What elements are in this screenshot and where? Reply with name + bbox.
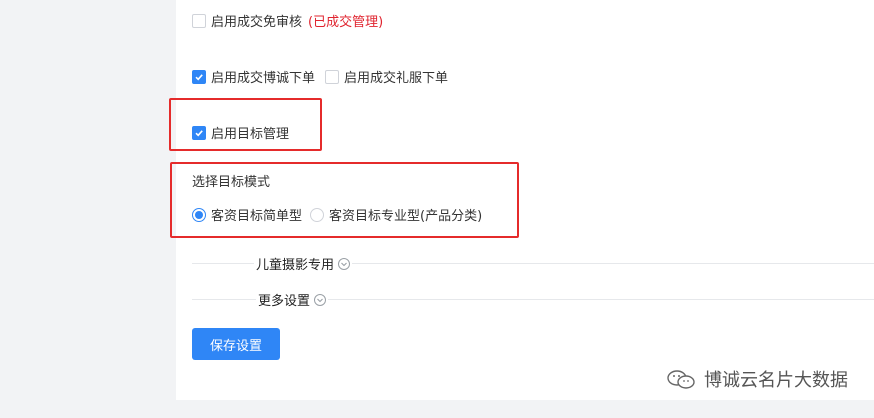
chevron-down-icon[interactable] (314, 293, 327, 306)
check-icon (195, 129, 203, 136)
watermark: 博诚云名片大数据 (666, 366, 848, 392)
target-management-checkbox[interactable] (192, 125, 206, 140)
deal-bocheng-order-label: 启用成交博诚下单 (211, 71, 316, 86)
target-mode-professional-label: 客资目标专业型(产品分类) (329, 209, 483, 224)
target-mode-simple-label: 客资目标简单型 (211, 209, 303, 224)
chevron-down-icon[interactable] (338, 257, 351, 270)
deal-dress-order-label: 启用成交礼服下单 (344, 71, 449, 86)
deal-free-review-checkbox[interactable] (192, 13, 206, 28)
target-mode-professional-radio[interactable] (310, 207, 325, 222)
section-kids-photo[interactable]: 儿童摄影专用 (254, 254, 353, 273)
target-mode-title: 选择目标模式 (192, 171, 270, 190)
deal-free-review-option[interactable]: 启用成交免审核 (已成交管理) (192, 11, 383, 30)
deal-free-review-note: (已成交管理) (308, 15, 384, 30)
section-more-settings[interactable]: 更多设置 (256, 290, 329, 309)
target-mode-radio-group: 客资目标简单型 客资目标专业型(产品分类) (192, 205, 482, 224)
deal-bocheng-order-checkbox[interactable] (192, 69, 206, 84)
section-kids-photo-label: 儿童摄影专用 (256, 258, 335, 273)
save-settings-button[interactable]: 保存设置 (192, 328, 280, 360)
deal-dress-order-checkbox[interactable] (325, 69, 340, 84)
wechat-icon (667, 370, 695, 389)
check-icon (195, 73, 203, 80)
deal-order-options: 启用成交博诚下单 启用成交礼服下单 (192, 67, 448, 86)
target-management-label: 启用目标管理 (211, 127, 290, 142)
target-mode-title-text: 选择目标模式 (192, 175, 271, 190)
watermark-text: 博诚云名片大数据 (704, 370, 848, 391)
deal-free-review-label: 启用成交免审核 (211, 15, 303, 30)
target-management-option[interactable]: 启用目标管理 (192, 123, 289, 142)
target-mode-simple-radio[interactable] (192, 207, 206, 222)
section-more-settings-label: 更多设置 (258, 294, 311, 309)
